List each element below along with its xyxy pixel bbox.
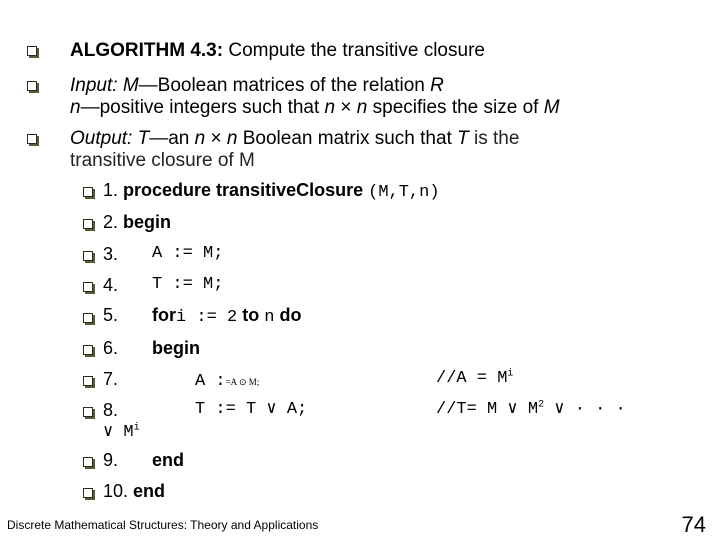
comment: //A = Mi — [436, 368, 514, 388]
code-line-6: 6. begin — [103, 338, 200, 358]
bullet-icon — [83, 219, 93, 229]
input-description: Input: M—Boolean matrices of the relatio… — [70, 75, 560, 118]
bullet-icon — [83, 376, 93, 386]
code-line-7: 7. A :=A ⊙ M; //A = Mi — [103, 368, 514, 391]
output-description: Output: T—an n × n Boolean matrix such t… — [70, 128, 520, 171]
bullet-icon — [27, 46, 37, 56]
bullet-icon — [83, 457, 93, 467]
wrapped-continuation: ∨ Mi — [103, 422, 140, 442]
code-line-8: 8. T := T ∨ A; //T= M ∨ M2 ∨ · · · ∨ Mi — [103, 399, 626, 442]
algorithm-label: ALGORITHM 4.3: — [70, 40, 224, 61]
algorithm-heading: ALGORITHM 4.3: Compute the transitive cl… — [70, 40, 485, 62]
code-line-2: 2. begin — [103, 212, 172, 232]
bullet-icon — [83, 407, 93, 417]
code-line-1: 1. procedure transitiveClosure (M,T,n) — [103, 180, 440, 202]
code-line-4: 4. T := M; — [103, 275, 224, 295]
bullet-icon — [83, 282, 93, 292]
bullet-icon — [83, 345, 93, 355]
bullet-icon — [27, 134, 37, 144]
comment: //T= M ∨ M2 ∨ · · · — [436, 399, 626, 419]
algorithm-description: Compute the transitive closure — [223, 40, 485, 61]
bullet-icon — [83, 187, 93, 197]
code-line-3: 3. A := M; — [103, 244, 224, 264]
bullet-icon — [83, 488, 93, 498]
code-line-5: 5. fori := 2 to n do — [103, 305, 302, 327]
code-line-9: 9. end — [103, 450, 185, 470]
bullet-icon — [83, 313, 93, 323]
bullet-icon — [83, 251, 93, 261]
bullet-icon — [27, 81, 37, 91]
page-number: 74 — [681, 512, 706, 537]
book-title: Discrete Mathematical Structures: Theory… — [7, 518, 319, 532]
code-line-10: 10. end — [103, 481, 166, 501]
